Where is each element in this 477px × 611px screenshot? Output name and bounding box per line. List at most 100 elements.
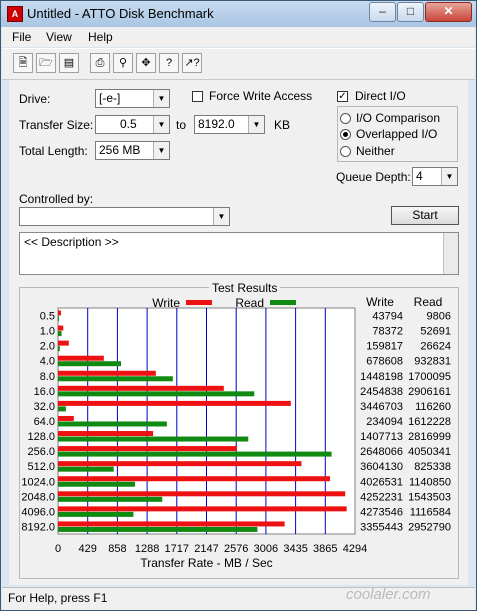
title-bar: A Untitled - ATTO Disk Benchmark – □ ✕ — [1, 1, 476, 27]
read-legend-label: Read — [235, 296, 264, 310]
y-tick-label: 0.5 — [40, 311, 55, 323]
write-bar — [58, 385, 224, 391]
save-icon[interactable]: ▤ — [59, 53, 79, 73]
toolbar: 🗎 🗁 ▤ ⎙ ⚲ ✥ ? ↗? — [2, 48, 475, 80]
write-value: 43794 — [372, 311, 403, 323]
read-value: 4050341 — [408, 446, 451, 458]
write-bar — [58, 340, 69, 346]
close-button[interactable]: ✕ — [425, 2, 472, 22]
write-value: 2648066 — [360, 446, 403, 458]
y-tick-label: 4096.0 — [21, 506, 55, 518]
print-icon[interactable]: ⎙ — [90, 53, 110, 73]
read-value: 116260 — [415, 401, 451, 413]
x-tick-label: 1717 — [165, 543, 189, 555]
x-tick-label: 1288 — [135, 543, 159, 555]
y-tick-label: 4.0 — [40, 356, 55, 368]
open-icon[interactable]: 🗁 — [36, 53, 56, 73]
x-tick-label: 429 — [79, 543, 97, 555]
x-tick-label: 0 — [55, 543, 61, 555]
write-bar — [58, 310, 61, 316]
y-tick-label: 8192.0 — [21, 521, 55, 533]
read-value: 2952790 — [408, 521, 451, 533]
y-tick-label: 1024.0 — [21, 476, 55, 488]
y-tick-label: 64.0 — [34, 416, 55, 428]
write-bar — [58, 521, 285, 527]
x-tick-label: 4294 — [343, 543, 367, 555]
write-bar — [58, 431, 154, 437]
help-icon[interactable]: ? — [159, 53, 179, 73]
read-value: 2816999 — [408, 431, 451, 443]
read-bar — [58, 481, 136, 487]
x-tick-label: 3865 — [313, 543, 337, 555]
write-legend-label: Write — [152, 296, 180, 310]
read-value: 1140850 — [409, 476, 451, 488]
write-value: 678608 — [366, 356, 403, 368]
read-value: 52691 — [420, 326, 451, 338]
write-value: 159817 — [366, 341, 403, 353]
app-icon: A — [7, 6, 23, 22]
read-bar — [58, 391, 255, 397]
print-preview-icon[interactable]: ⚲ — [113, 53, 133, 73]
app-window: A Untitled - ATTO Disk Benchmark – □ ✕ F… — [0, 0, 477, 611]
write-bar — [58, 400, 291, 406]
read-bar — [58, 451, 332, 457]
write-value: 4026531 — [360, 476, 403, 488]
write-bar — [58, 446, 237, 452]
new-icon[interactable]: 🗎 — [13, 53, 33, 73]
maximize-button[interactable]: □ — [397, 2, 424, 22]
read-bar — [58, 361, 122, 367]
write-value: 1407713 — [360, 431, 403, 443]
read-legend-swatch — [270, 300, 296, 305]
x-tick-label: 858 — [108, 543, 126, 555]
read-value: 1116584 — [410, 506, 451, 518]
y-tick-label: 512.0 — [27, 461, 55, 473]
read-value: 26624 — [420, 341, 451, 353]
x-tick-label: 3006 — [254, 543, 278, 555]
read-value: 2906161 — [408, 386, 451, 398]
y-tick-label: 8.0 — [40, 371, 55, 383]
x-axis-label: Transfer Rate - MB / Sec — [140, 556, 272, 570]
read-bar — [58, 466, 114, 472]
write-bar — [58, 370, 156, 376]
minimize-button[interactable]: – — [369, 2, 396, 22]
read-bar — [58, 511, 134, 517]
write-legend-swatch — [186, 300, 212, 305]
main-panel: Drive: [-e-] ▼ Force Write Access ✓ Direc… — [9, 80, 468, 585]
read-value: 1700095 — [408, 371, 451, 383]
read-bar — [58, 406, 66, 412]
results-chart: 0 429 858 1288 1717 2147 2576 3006 3435 3865 4294 T… — [21, 295, 451, 570]
write-value: 4252231 — [360, 491, 403, 503]
write-value: 78372 — [372, 326, 403, 338]
write-bar — [58, 325, 64, 331]
read-bar — [58, 421, 167, 427]
write-bar — [58, 506, 347, 512]
read-bar — [58, 331, 62, 337]
write-value: 3604130 — [360, 461, 403, 473]
menu-help[interactable]: Help — [88, 30, 113, 44]
y-tick-label: 128.0 — [27, 431, 55, 443]
context-help-icon[interactable]: ↗? — [182, 53, 202, 73]
y-tick-label: 2.0 — [40, 341, 55, 353]
write-value: 234094 — [366, 416, 403, 428]
write-bar — [58, 476, 330, 482]
y-tick-label: 32.0 — [34, 401, 55, 413]
status-text: For Help, press F1 — [8, 591, 108, 605]
y-tick-label: 1.0 — [40, 326, 55, 338]
read-value: 825338 — [414, 461, 451, 473]
read-column-header: Read — [414, 295, 443, 309]
write-bar — [58, 415, 74, 421]
x-tick-label: 2576 — [224, 543, 248, 555]
read-bar — [58, 346, 60, 352]
read-bar — [58, 376, 173, 382]
write-value: 4273546 — [360, 506, 403, 518]
write-value: 3355443 — [360, 521, 403, 533]
menu-view[interactable]: View — [46, 30, 72, 44]
move-icon[interactable]: ✥ — [136, 53, 156, 73]
write-column-header: Write — [366, 295, 394, 309]
menu-bar: File View Help — [2, 27, 475, 47]
write-value: 1448198 — [360, 371, 403, 383]
read-value: 1543503 — [408, 491, 451, 503]
read-value: 9806 — [427, 311, 451, 323]
menu-file[interactable]: File — [12, 30, 31, 44]
read-bar — [58, 496, 163, 502]
